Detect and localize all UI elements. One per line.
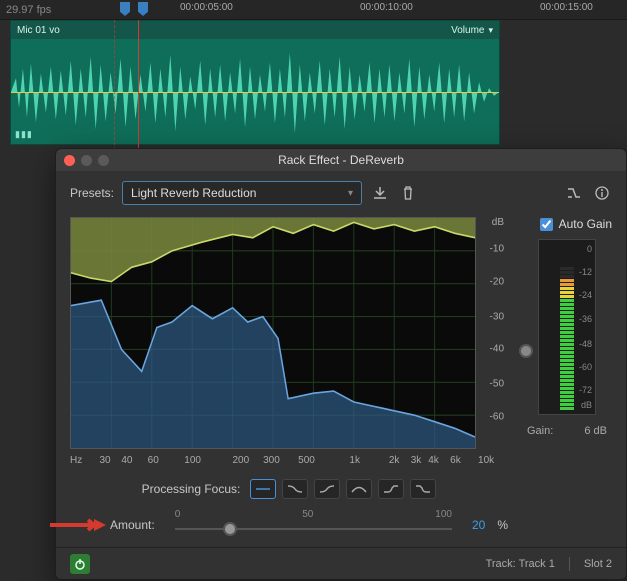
route-icon[interactable] (564, 183, 584, 203)
gain-meter: 0 -12 -24 -36 -48 -60 -72 dB (538, 239, 596, 415)
presets-label: Presets: (70, 186, 114, 200)
focus-bandpass-button[interactable] (346, 479, 372, 499)
gain-label: Gain: (527, 425, 553, 437)
graph-x-axis: Hz 30 40 60 100 200 300 500 1k 2k 3k 4k … (70, 451, 508, 469)
processing-focus-label: Processing Focus: (142, 482, 241, 496)
divider (569, 557, 570, 571)
preset-value: Light Reverb Reduction (131, 186, 256, 200)
level-meter-icon: ▮▮▮ (15, 129, 33, 140)
clip-name: Mic 01 vo (17, 25, 60, 36)
dereverb-dialog: Rack Effect - DeReverb Presets: Light Re… (55, 148, 627, 580)
preset-dropdown[interactable]: Light Reverb Reduction ▾ (122, 181, 362, 205)
power-toggle-button[interactable] (70, 554, 90, 574)
edit-line (114, 20, 115, 150)
dialog-title: Rack Effect - DeReverb (56, 153, 626, 167)
delete-preset-icon[interactable] (398, 183, 418, 203)
processing-focus-group (250, 479, 436, 499)
footer-track[interactable]: Track: Track 1 (486, 558, 555, 570)
playhead[interactable] (138, 20, 139, 150)
amount-value[interactable]: 20 (472, 518, 485, 532)
focus-lowshelf-button[interactable] (282, 479, 308, 499)
frequency-graph[interactable] (70, 217, 476, 449)
info-icon[interactable] (592, 183, 612, 203)
focus-lowcut-button[interactable] (378, 479, 404, 499)
clip-param-dropdown[interactable]: Volume▾ (451, 25, 493, 36)
graph-y-axis: dB -10 -20 -30 -40 -50 -60 (476, 217, 508, 449)
timeline-ruler[interactable]: 29.97 fps 00:00:05:00 00:00:10:00 00:00:… (0, 0, 627, 20)
focus-highshelf-button[interactable] (314, 479, 340, 499)
gain-value[interactable]: 6 dB (584, 425, 607, 437)
gain-knob[interactable] (519, 344, 533, 358)
amount-slider[interactable]: 0 50 100 (175, 513, 452, 537)
volume-rubber-band[interactable] (11, 92, 499, 93)
timecode-tick: 00:00:15:00 (540, 2, 593, 13)
audio-clip[interactable]: Mic 01 vo Volume▾ ▮▮▮ (10, 20, 500, 145)
timecode-tick: 00:00:10:00 (360, 2, 413, 13)
focus-flat-button[interactable] (250, 479, 276, 499)
amount-label: Amount: (110, 518, 155, 532)
amount-slider-thumb[interactable] (223, 522, 237, 536)
footer-slot[interactable]: Slot 2 (584, 558, 612, 570)
auto-gain-checkbox[interactable]: Auto Gain (540, 217, 612, 231)
save-preset-icon[interactable] (370, 183, 390, 203)
arrow-indicator-icon (50, 518, 106, 532)
audio-track-row[interactable]: Mic 01 vo Volume▾ ▮▮▮ (0, 20, 627, 150)
waveform-display (11, 39, 499, 144)
chevron-down-icon: ▾ (348, 188, 353, 199)
focus-highcut-button[interactable] (410, 479, 436, 499)
fps-label: 29.97 fps (6, 4, 51, 16)
dialog-titlebar[interactable]: Rack Effect - DeReverb (56, 149, 626, 171)
timecode-tick: 00:00:05:00 (180, 2, 233, 13)
